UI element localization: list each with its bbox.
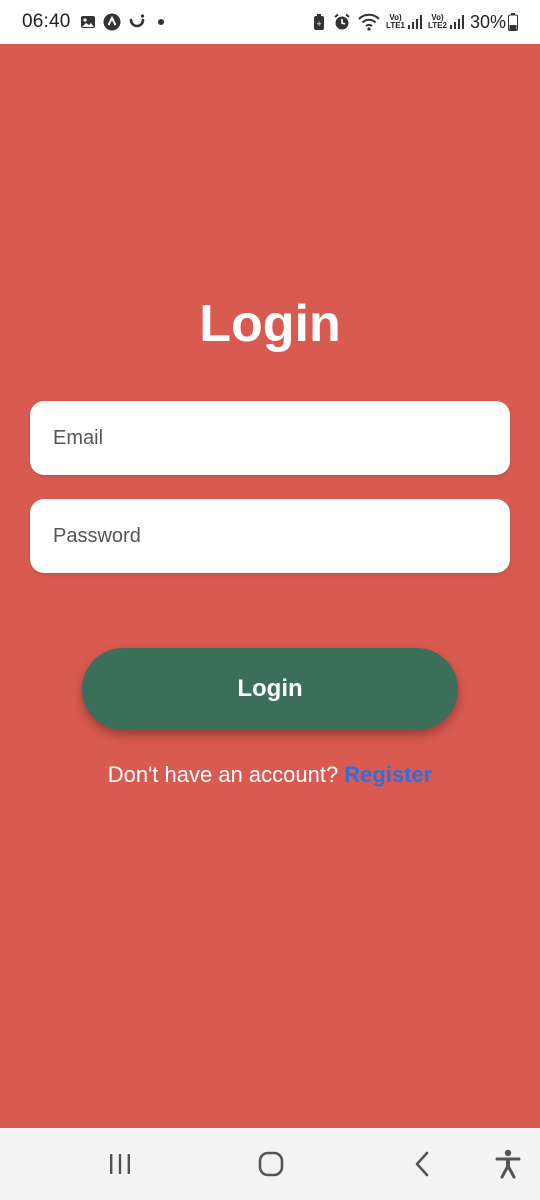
swirl-notification-icon [128, 13, 146, 31]
login-screen: Login Login Don't have an account?Regist… [0, 44, 540, 1128]
home-icon[interactable] [251, 1146, 291, 1182]
status-right: + Vo) LTE1 Vo) LTE2 30% [305, 12, 518, 33]
page-title: Login [199, 295, 341, 353]
register-prompt: Don't have an account? Register [0, 762, 540, 788]
login-button[interactable]: Login [82, 648, 458, 730]
status-left: 06:40 [22, 11, 164, 33]
alarm-icon [333, 13, 351, 31]
battery-icon [508, 13, 518, 31]
sim2-network: LTE2 [428, 21, 447, 30]
battery-saver-icon: + [312, 13, 326, 31]
register-link[interactable]: Register [344, 762, 432, 787]
signal-sim2-icon [449, 15, 464, 29]
accessibility-icon[interactable] [488, 1146, 528, 1182]
sim1-label: Vo) LTE1 [386, 14, 405, 30]
app-notification-icon [103, 13, 121, 31]
svg-text:+: + [316, 20, 322, 28]
signal-sim1-icon [408, 15, 422, 29]
password-input[interactable] [53, 524, 487, 548]
battery-percent: 30% [469, 11, 506, 32]
email-input[interactable] [53, 426, 487, 450]
sim2-label: Vo) LTE2 [428, 14, 447, 30]
navigation-bar [0, 1128, 540, 1200]
back-icon[interactable] [403, 1146, 443, 1182]
wifi-icon [358, 13, 380, 31]
status-bar: 06:40 + Vo) LTE1 Vo) LTE2 30% [0, 0, 540, 44]
password-field[interactable] [30, 499, 510, 573]
no-account-text: Don't have an account? [107, 762, 339, 787]
recent-apps-icon[interactable] [100, 1146, 140, 1182]
gallery-icon [80, 15, 96, 29]
sim1-network: LTE1 [386, 21, 405, 30]
more-notifications-icon [157, 19, 164, 25]
status-time: 06:40 [22, 11, 71, 32]
email-field[interactable] [30, 401, 510, 475]
